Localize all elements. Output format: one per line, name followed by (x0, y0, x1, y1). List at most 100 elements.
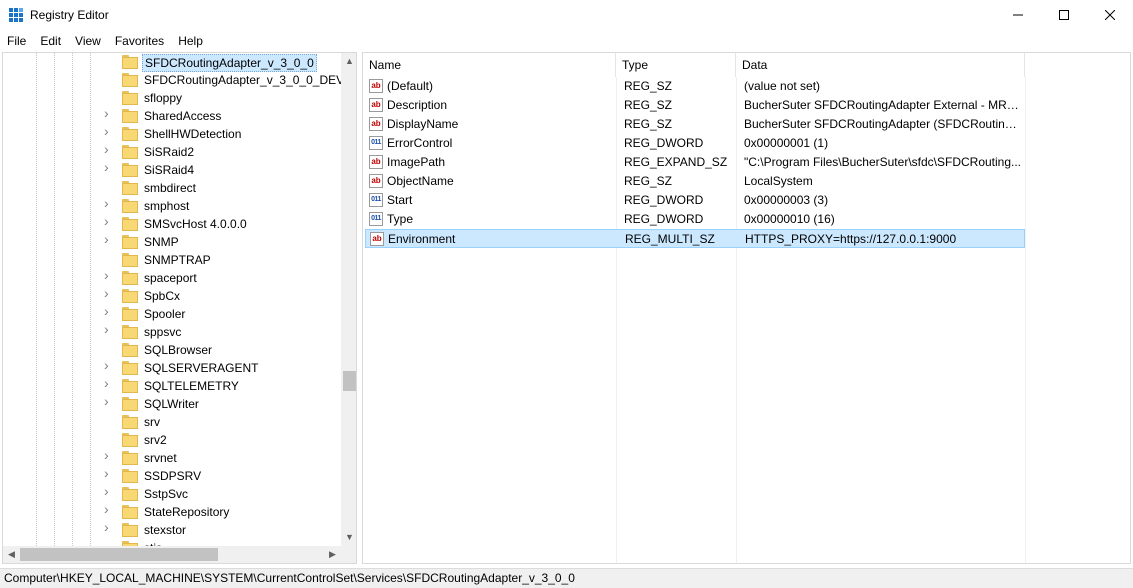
tree-item[interactable]: › SQLTELEMETRY (3, 376, 341, 395)
menu-help[interactable]: Help (171, 32, 210, 50)
registry-values-pane[interactable]: Name Type Data ab (Default) REG_SZ (value n… (362, 52, 1131, 564)
tree-item[interactable]: › ShellHWDetection (3, 124, 341, 143)
tree-item[interactable]: SFDCRoutingAdapter_v_3_0_0 (3, 53, 341, 72)
tree-item[interactable]: › stexstor (3, 520, 341, 539)
tree-item[interactable]: › SiSRaid2 (3, 142, 341, 161)
folder-icon (122, 523, 138, 537)
registry-editor-icon (9, 8, 23, 22)
tree-horizontal-scroll-thumb[interactable] (20, 548, 218, 561)
chevron-right-icon[interactable]: › (104, 106, 112, 120)
tree-item[interactable]: › SQLSERVERAGENT (3, 358, 341, 377)
column-header-data[interactable]: Data (736, 53, 1025, 77)
minimize-icon (1013, 14, 1023, 16)
tree-item[interactable]: › SpbCx (3, 286, 341, 305)
chevron-right-icon[interactable]: › (104, 394, 112, 408)
string-value-icon: ab (369, 155, 383, 169)
folder-icon (122, 127, 138, 141)
value-name: ImagePath (387, 155, 446, 169)
value-row[interactable]: ab ObjectName REG_SZ LocalSystem (365, 172, 1025, 191)
value-row[interactable]: 011 Type REG_DWORD 0x00000010 (16) (365, 210, 1025, 229)
chevron-right-icon[interactable]: › (104, 196, 112, 210)
maximize-button[interactable] (1041, 0, 1087, 30)
folder-icon (122, 253, 138, 267)
value-row[interactable]: ab (Default) REG_SZ (value not set) (365, 77, 1025, 96)
chevron-right-icon[interactable]: › (104, 448, 112, 462)
chevron-right-icon[interactable]: › (104, 520, 112, 534)
chevron-right-icon[interactable]: › (104, 232, 112, 246)
chevron-right-icon[interactable]: › (104, 286, 112, 300)
tree-item-label: SstpSvc (144, 487, 189, 501)
tree-item[interactable]: SQLBrowser (3, 341, 341, 359)
chevron-right-icon[interactable]: › (104, 484, 112, 498)
tree-vertical-scroll-thumb[interactable] (343, 371, 356, 391)
tree-item-label: sfloppy (144, 91, 183, 105)
menu-view[interactable]: View (68, 32, 108, 50)
folder-icon (122, 271, 138, 285)
registry-tree-pane[interactable]: SFDCRoutingAdapter_v_3_0_0 SFDCRoutingAda… (2, 52, 357, 564)
tree-item-label: srv2 (144, 433, 167, 447)
tree-item[interactable]: › SNMP (3, 232, 341, 251)
chevron-right-icon[interactable]: › (104, 358, 112, 372)
tree-item[interactable]: › StateRepository (3, 502, 341, 521)
tree-vertical-scrollbar[interactable]: ▲ ▼ (341, 53, 356, 546)
tree-item-label: SharedAccess (144, 109, 222, 123)
folder-icon (122, 487, 138, 501)
chevron-right-icon[interactable]: › (104, 376, 112, 390)
menu-edit[interactable]: Edit (33, 32, 68, 50)
tree-item[interactable]: sfloppy (3, 89, 341, 107)
chevron-right-icon[interactable]: › (104, 124, 112, 138)
string-value-icon: ab (370, 232, 384, 246)
scroll-down-icon[interactable]: ▼ (341, 529, 356, 546)
tree-horizontal-scrollbar[interactable]: ◀ ▶ (3, 546, 341, 563)
close-button[interactable] (1087, 0, 1133, 30)
tree-item[interactable]: › Spooler (3, 304, 341, 323)
tree-item[interactable]: smbdirect (3, 179, 341, 197)
column-header-type[interactable]: Type (616, 53, 736, 77)
value-row[interactable]: ab Description REG_SZ BucherSuter SFDCRouti… (365, 96, 1025, 115)
scroll-left-icon[interactable]: ◀ (3, 546, 20, 563)
tree-item[interactable]: SFDCRoutingAdapter_v_3_0_0_DEV (3, 71, 341, 89)
tree-item[interactable]: srv (3, 413, 341, 431)
tree-item[interactable]: srv2 (3, 431, 341, 449)
tree-item-label: SQLWriter (144, 397, 199, 411)
tree-item-label: SNMPTRAP (144, 253, 211, 267)
tree-item[interactable]: SNMPTRAP (3, 251, 341, 269)
value-row[interactable]: ab ImagePath REG_EXPAND_SZ "C:\Program File… (365, 153, 1025, 172)
folder-icon (122, 73, 138, 87)
column-header-name[interactable]: Name (363, 53, 616, 77)
menu-favorites[interactable]: Favorites (108, 32, 171, 50)
chevron-right-icon[interactable]: › (104, 142, 112, 156)
chevron-right-icon[interactable]: › (104, 502, 112, 516)
tree-item[interactable]: › srvnet (3, 448, 341, 467)
chevron-right-icon[interactable]: › (104, 160, 112, 174)
tree-item[interactable]: › SiSRaid4 (3, 160, 341, 179)
tree-item[interactable]: › SQLWriter (3, 394, 341, 413)
folder-icon (122, 325, 138, 339)
chevron-right-icon[interactable]: › (104, 304, 112, 318)
value-row[interactable]: 011 Start REG_DWORD 0x00000003 (3) (365, 191, 1025, 210)
chevron-right-icon[interactable]: › (104, 214, 112, 228)
chevron-right-icon[interactable]: › (104, 466, 112, 480)
scroll-up-icon[interactable]: ▲ (341, 53, 356, 70)
value-row[interactable]: ab Environment REG_MULTI_SZ HTTPS_PROXY=htt… (365, 229, 1025, 248)
tree-item[interactable]: › SstpSvc (3, 484, 341, 503)
tree-item[interactable]: › smphost (3, 196, 341, 215)
chevron-right-icon[interactable]: › (104, 268, 112, 282)
value-row[interactable]: ab DisplayName REG_SZ BucherSuter SFDCRouti… (365, 115, 1025, 134)
tree-item[interactable]: › SharedAccess (3, 106, 341, 125)
value-row[interactable]: 011 ErrorControl REG_DWORD 0x00000001 (1) (365, 134, 1025, 153)
minimize-button[interactable] (995, 0, 1041, 30)
tree-item[interactable]: › sppsvc (3, 322, 341, 341)
tree-item[interactable]: stis (3, 539, 341, 546)
value-type: REG_EXPAND_SZ (624, 155, 728, 169)
scroll-right-icon[interactable]: ▶ (324, 546, 341, 563)
scroll-corner (341, 546, 356, 563)
chevron-right-icon[interactable]: › (104, 322, 112, 336)
folder-icon (122, 379, 138, 393)
menu-file[interactable]: File (0, 32, 33, 50)
tree-item[interactable]: › spaceport (3, 268, 341, 287)
tree-item[interactable]: › SSDPSRV (3, 466, 341, 485)
tree-item[interactable]: › SMSvcHost 4.0.0.0 (3, 214, 341, 233)
tree-item-label: SpbCx (144, 289, 181, 303)
folder-icon (122, 505, 138, 519)
